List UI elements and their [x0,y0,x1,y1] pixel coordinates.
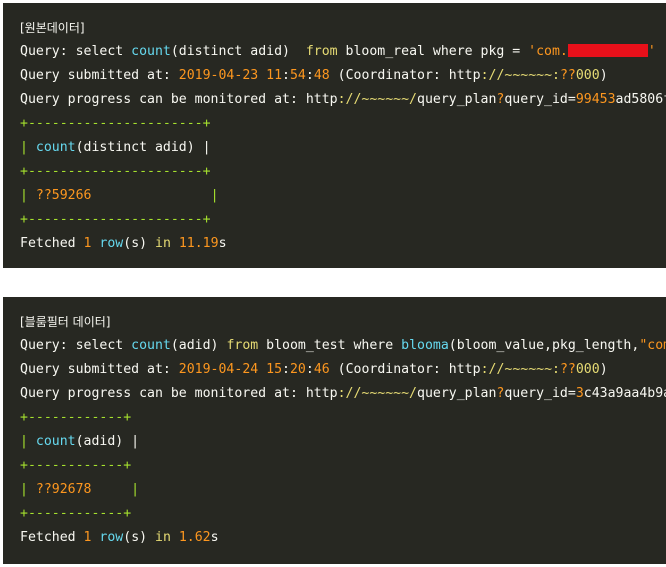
fetched-line: Fetched 1 row(s) in 1.62s [20,530,219,545]
table-row: | ??92678 | [20,482,140,497]
table-border-top: +------------+ [20,410,132,425]
terminal-output-original-data: [원본데이터] Query: select count(distinct adi… [3,3,666,268]
table-border-bottom: +------------+ [20,506,132,521]
fetched-line: Fetched 1 row(s) in 11.19s [20,236,227,251]
table-border-bottom: +----------------------+ [20,212,211,227]
table-border-middle: +----------------------+ [20,164,211,179]
table-row: | ??59266 | [20,188,219,203]
query-submitted-line: Query submitted at: 2019-04-23 11:54:48 … [20,68,608,83]
query-progress-line: Query progress can be monitored at: http… [20,92,666,107]
section-heading: [원본데이터] [20,21,85,35]
section-heading: [블룸필터 데이터] [20,315,111,329]
query-line: Query: select count(adid) from bloom_tes… [20,338,666,353]
terminal-output-bloom-filter-data: [블룸필터 데이터] Query: select count(adid) fro… [3,297,666,564]
query-line: Query: select count(distinct adid) from … [20,44,656,59]
table-border-middle: +------------+ [20,458,132,473]
table-border-top: +----------------------+ [20,116,211,131]
query-progress-line: Query progress can be monitored at: http… [20,386,666,401]
table-header-row: | count(adid) | [20,434,140,449]
query-submitted-line: Query submitted at: 2019-04-24 15:20:46 … [20,362,608,377]
table-header-row: | count(distinct adid) | [20,140,211,155]
redaction-bar [567,44,648,57]
